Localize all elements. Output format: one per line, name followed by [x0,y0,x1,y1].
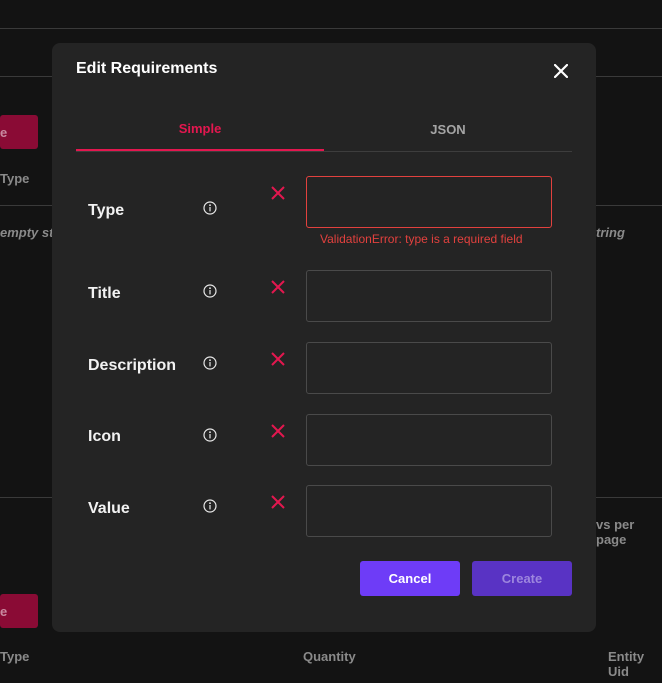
field-label-description: Description [88,357,177,374]
remove-icon[interactable] [270,185,286,201]
remove-icon[interactable] [270,423,286,439]
dialog-title: Edit Requirements [76,60,218,77]
field-label-value: Value [88,500,130,517]
info-icon[interactable] [203,284,217,298]
description-input[interactable] [306,342,552,394]
background-button-bottom: e [0,594,38,628]
remove-icon[interactable] [270,351,286,367]
cancel-button[interactable]: Cancel [360,561,460,596]
info-icon[interactable] [203,201,217,215]
type-error-message: ValidationError: type is a required fiel… [320,232,523,246]
type-input[interactable] [306,176,552,228]
field-label-type: Type [88,202,125,219]
info-icon[interactable] [203,428,217,442]
tab-simple[interactable]: Simple [76,107,324,151]
background-button-top: e [0,115,38,149]
background-column-type: Type [0,171,30,186]
background-rows-per-page: vs per page [596,517,635,547]
background-column-quantity: Quantity [303,649,356,664]
value-input[interactable] [306,485,552,537]
field-label-title: Title [88,285,121,302]
close-icon [554,64,568,78]
background-empty-string-right: tring [596,225,625,240]
info-icon[interactable] [203,356,217,370]
info-icon[interactable] [203,499,217,513]
tab-bar: Simple JSON [76,107,572,152]
field-label-icon: Icon [88,428,121,445]
background-column-entity-uid: Entity Uid [608,649,645,679]
title-input[interactable] [306,270,552,322]
tab-json[interactable]: JSON [324,107,572,151]
remove-icon[interactable] [270,279,286,295]
remove-icon[interactable] [270,494,286,510]
close-button[interactable] [550,60,572,82]
create-button[interactable]: Create [472,561,572,596]
edit-requirements-dialog: Edit Requirements Simple JSON Type Valid… [52,43,596,632]
background-empty-string-left: empty str [0,225,59,240]
background-column-type-bottom: Type [0,649,30,664]
background-divider-top [0,28,662,29]
icon-input[interactable] [306,414,552,466]
